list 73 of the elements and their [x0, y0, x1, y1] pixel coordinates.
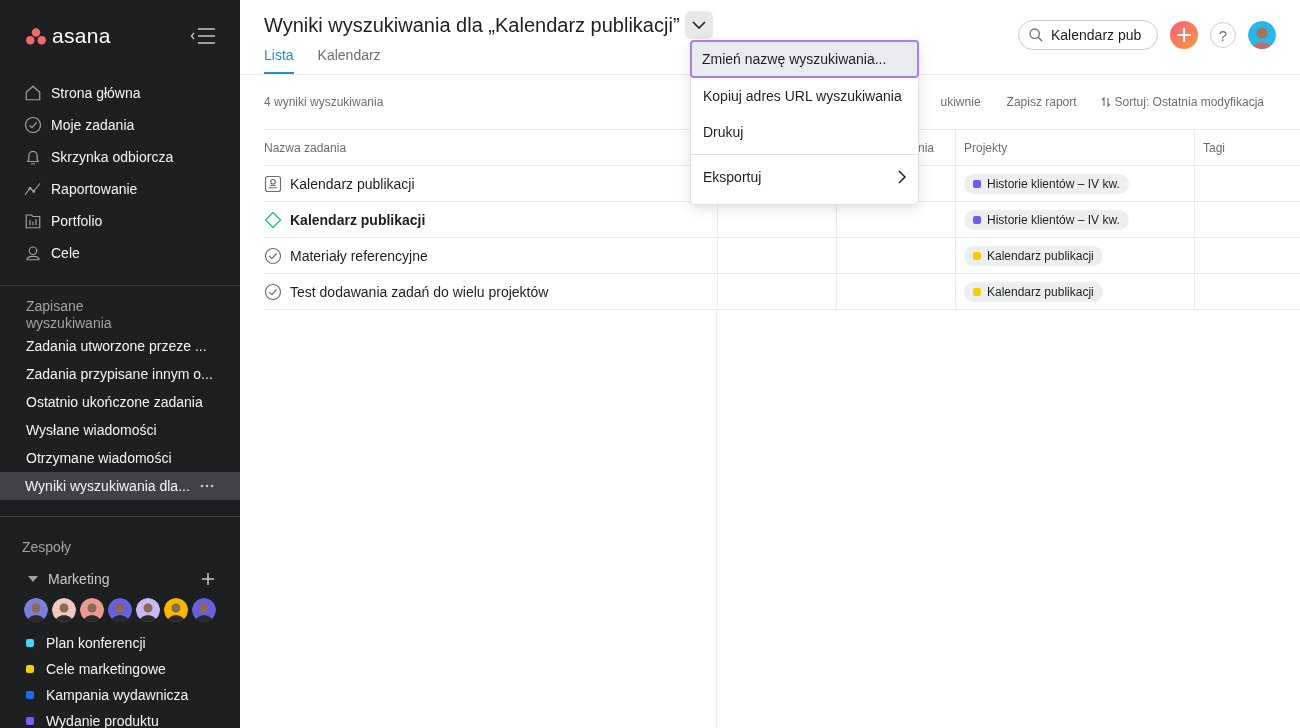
collapse-sidebar-icon[interactable] — [190, 28, 216, 44]
toolbar-action[interactable]: ukiwnie — [940, 95, 995, 109]
chevron-down-icon — [691, 21, 706, 29]
stamp-icon — [264, 174, 282, 193]
project-name[interactable]: Kampania wydawnicza — [46, 687, 189, 703]
saved-search-item[interactable]: Otrzymane wiadomości — [0, 444, 240, 472]
plus-icon[interactable] — [202, 573, 214, 585]
task-name[interactable]: Kalendarz publikacji — [290, 211, 426, 228]
project-tag[interactable]: Kalendarz publikacji — [964, 245, 1103, 266]
sidebar-nav-item[interactable]: Cele — [0, 237, 240, 269]
sort-icon — [1100, 97, 1111, 107]
project-name[interactable]: Cele marketingowe — [46, 661, 166, 677]
sidebar-nav-item[interactable]: Raportowanie — [0, 173, 240, 205]
save-report-button[interactable]: Zapisz raport — [994, 95, 1089, 109]
project-tag[interactable]: Historie klientów – IV kw. — [964, 173, 1129, 194]
task-name[interactable]: Kalendarz publikacji — [290, 175, 415, 192]
help-button[interactable]: ? — [1210, 22, 1236, 48]
check-circle-icon — [264, 246, 282, 265]
page-title: Wyniki wyszukiwania dla „Kalendarz publikacji” — [264, 13, 680, 37]
folder-icon — [24, 212, 42, 230]
section-title: Zespoły — [21, 538, 73, 555]
project-name[interactable]: Wydanie produktu — [46, 713, 159, 728]
caret-icon[interactable] — [28, 576, 38, 582]
sidebar-nav-item[interactable]: Skrzynka odbiorcza — [0, 141, 240, 173]
line-chart-icon — [24, 180, 42, 198]
avatar[interactable] — [136, 598, 160, 622]
saved-search-item[interactable]: Zadania przypisane innym o... — [0, 360, 240, 388]
task-name[interactable]: Materiały referencyjne — [290, 247, 428, 264]
avatar[interactable] — [24, 598, 48, 622]
menu-item[interactable]: Drukuj — [691, 114, 918, 150]
sidebar-nav-item[interactable]: Moje zadania — [0, 109, 240, 141]
project-tag[interactable]: Historie klientów – IV kw. — [964, 209, 1129, 230]
bell-icon — [24, 148, 42, 166]
saved-search-item[interactable]: Zadania utworzone przeze ... — [0, 332, 240, 360]
check-circle-icon — [264, 282, 282, 301]
chevron-right-icon — [898, 169, 906, 184]
title-dropdown-button[interactable] — [684, 11, 713, 39]
menu-item[interactable]: Kopiuj adres URL wyszukiwania — [691, 78, 918, 114]
home-icon — [24, 84, 42, 102]
search-icon — [1028, 27, 1044, 43]
section-title: Zapisane wyszukiwania — [25, 297, 113, 332]
check-circle-icon — [24, 116, 42, 134]
add-button[interactable] — [1170, 21, 1198, 49]
search-field[interactable]: Kalendarz pub — [1018, 20, 1158, 50]
avatar[interactable] — [52, 598, 76, 622]
person-icon — [24, 244, 42, 262]
saved-search-item[interactable]: Wyniki wyszukiwania dla... — [0, 472, 240, 500]
project-tag[interactable]: Kalendarz publikacji — [964, 281, 1103, 302]
user-avatar[interactable] — [1248, 21, 1276, 49]
menu-item[interactable]: Zmień nazwę wyszukiwania... — [690, 40, 919, 78]
column-header[interactable]: Tagi — [1203, 140, 1225, 155]
saved-search-item[interactable]: Ostatnio ukończone zadania — [0, 388, 240, 416]
avatar[interactable] — [164, 598, 188, 622]
sidebar-nav-item[interactable]: Strona główna — [0, 77, 240, 109]
column-header[interactable]: Projekty — [964, 140, 1008, 155]
avatar[interactable] — [80, 598, 104, 622]
logo-icon — [26, 27, 46, 45]
menu-item[interactable]: Eksportuj — [691, 154, 918, 198]
view-tab[interactable]: Kalendarz — [317, 43, 381, 74]
view-tab[interactable]: Lista — [264, 43, 294, 74]
sort-button[interactable]: Sortuj: Ostatnia modyfikacja — [1088, 95, 1276, 109]
plus-icon — [1177, 28, 1191, 42]
sidebar-nav-item[interactable]: Portfolio — [0, 205, 240, 237]
logo-text: asana — [52, 24, 111, 48]
more-icon[interactable] — [200, 484, 214, 488]
team-name[interactable]: Marketing — [48, 571, 192, 587]
result-count: 4 wyniki wyszukiwania — [264, 95, 384, 109]
project-name[interactable]: Plan konferencji — [46, 635, 146, 651]
column-header[interactable]: nia — [918, 140, 934, 155]
column-header[interactable]: Nazwa zadania — [264, 140, 347, 155]
diamond-icon — [264, 210, 282, 229]
task-name[interactable]: Test dodawania zadań do wielu projektów — [290, 283, 549, 300]
saved-search-item[interactable]: Wysłane wiadomości — [0, 416, 240, 444]
